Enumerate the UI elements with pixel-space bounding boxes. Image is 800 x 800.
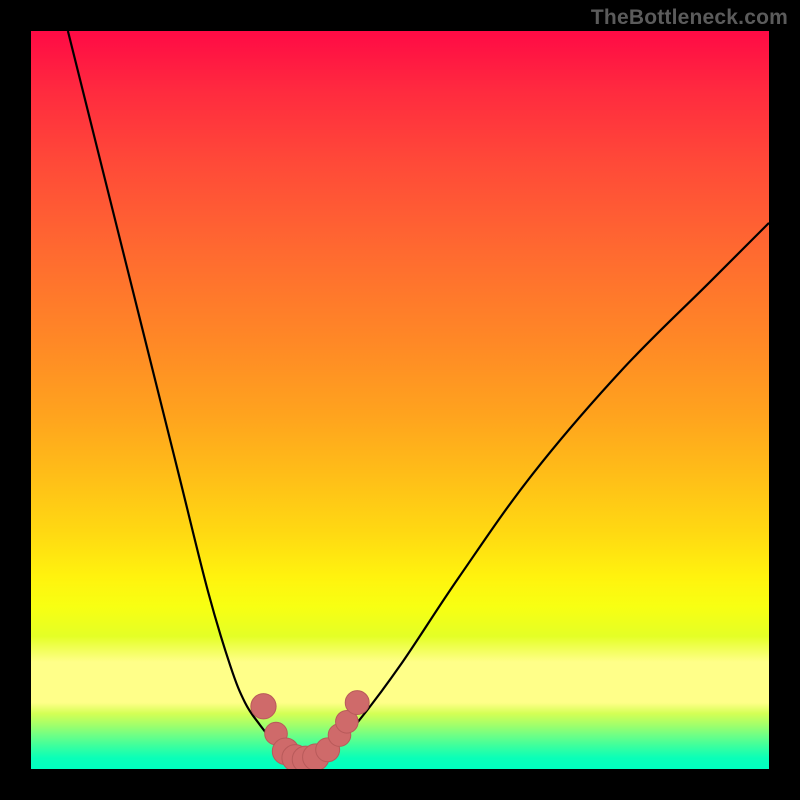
chart-svg [31, 31, 769, 769]
data-marker [251, 694, 276, 719]
watermark-text: TheBottleneck.com [591, 6, 788, 30]
marker-group [251, 691, 369, 769]
chart-frame: TheBottleneck.com [0, 0, 800, 800]
bottleneck-curve-left [68, 31, 286, 754]
plot-area [31, 31, 769, 769]
bottleneck-curve-right [330, 223, 769, 753]
curve-group [68, 31, 769, 762]
data-marker [345, 691, 369, 715]
